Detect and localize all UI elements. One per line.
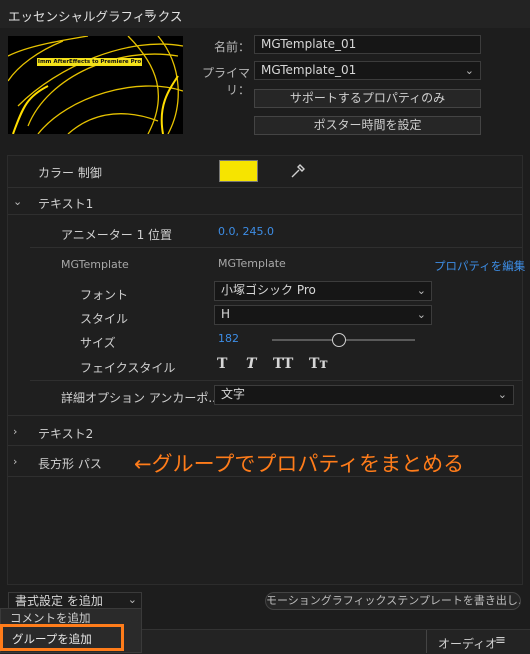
small-caps-button[interactable]: Tт <box>309 356 328 372</box>
primary-select-value: MGTemplate_01 <box>261 63 357 77</box>
faux-style-label: フェイクスタイル <box>80 361 176 375</box>
divider <box>8 476 522 477</box>
highlight-box <box>0 624 124 651</box>
edit-properties-link[interactable]: プロパティを編集 <box>434 258 525 274</box>
add-format-label: 書式設定 を追加 <box>15 594 103 608</box>
divider <box>8 415 522 416</box>
font-select-value: 小塚ゴシック Pro <box>221 283 316 297</box>
faux-bold-button[interactable]: T <box>217 356 227 372</box>
rectangle-path-label: 長方形 パス <box>38 457 102 471</box>
divider <box>8 214 522 215</box>
eyedropper-icon[interactable] <box>290 163 306 182</box>
chevron-down-icon: ⌄ <box>497 388 507 401</box>
solo-supported-button[interactable]: サポートするプロパティのみ <box>254 89 481 108</box>
color-control-label: カラー 制御 <box>38 166 102 180</box>
chevron-down-icon: ⌄ <box>416 284 426 297</box>
faux-italic-button[interactable]: T <box>246 356 256 372</box>
all-caps-button[interactable]: TT <box>273 356 293 372</box>
color-swatch[interactable] <box>219 160 258 182</box>
advanced-anchor-label: 詳細オプション アンカーポ... <box>61 391 220 405</box>
export-mogrt-button[interactable]: モーショングラフィックステンプレートを書き出し... <box>265 592 521 610</box>
primary-label: プライマリ： <box>201 66 250 97</box>
name-label: 名前： <box>213 40 250 54</box>
swirl-graphic <box>8 36 183 134</box>
hamburger-menu-icon[interactable]: ≡ <box>144 6 155 21</box>
mgtemplate-label: MGTemplate <box>61 258 129 271</box>
chevron-down-icon: ⌄ <box>416 308 426 321</box>
font-select[interactable]: 小塚ゴシック Pro ⌄ <box>214 281 432 301</box>
poster-frame-button[interactable]: ポスター時間を設定 <box>254 116 481 135</box>
advanced-anchor-value: 文字 <box>221 387 246 401</box>
advanced-anchor-select[interactable]: 文字 ⌄ <box>214 385 514 405</box>
annotation-note: ←グループでプロパティをまとめる <box>134 452 465 476</box>
group-text1-label: テキスト1 <box>38 197 94 211</box>
chevron-down-icon[interactable]: ⌄ <box>13 195 22 208</box>
divider <box>30 380 522 381</box>
chevron-down-icon: ⌄ <box>464 64 474 77</box>
style-label: スタイル <box>80 312 129 326</box>
name-field[interactable]: MGTemplate_01 <box>254 35 481 54</box>
chevron-down-icon: ⌄ <box>127 593 137 606</box>
font-label: フォント <box>80 288 129 302</box>
divider <box>30 247 522 248</box>
chevron-right-icon[interactable]: › <box>13 425 17 438</box>
chevron-right-icon[interactable]: › <box>13 455 17 468</box>
template-preview-thumbnail <box>8 36 183 134</box>
primary-select[interactable]: MGTemplate_01 ⌄ <box>254 61 481 80</box>
preview-caption: Imm AfterEffects to Premiere Pro <box>37 58 142 66</box>
size-value[interactable]: 182 <box>218 332 239 345</box>
audio-tab-label: オーディオ <box>438 637 498 651</box>
style-select-value: H <box>221 307 231 321</box>
divider <box>8 445 522 446</box>
animator-position-value[interactable]: 0.0, 245.0 <box>218 225 274 238</box>
hamburger-menu-icon[interactable]: ≡ <box>495 633 506 648</box>
group-text2-label: テキスト2 <box>38 427 94 441</box>
style-select[interactable]: H ⌄ <box>214 305 432 325</box>
divider <box>8 187 522 188</box>
size-label: サイズ <box>80 336 116 350</box>
panel-title: エッセンシャルグラフィックス <box>8 9 183 24</box>
animator-position-label: アニメーター 1 位置 <box>61 228 173 242</box>
mgtemplate-name: MGTemplate <box>218 257 286 270</box>
